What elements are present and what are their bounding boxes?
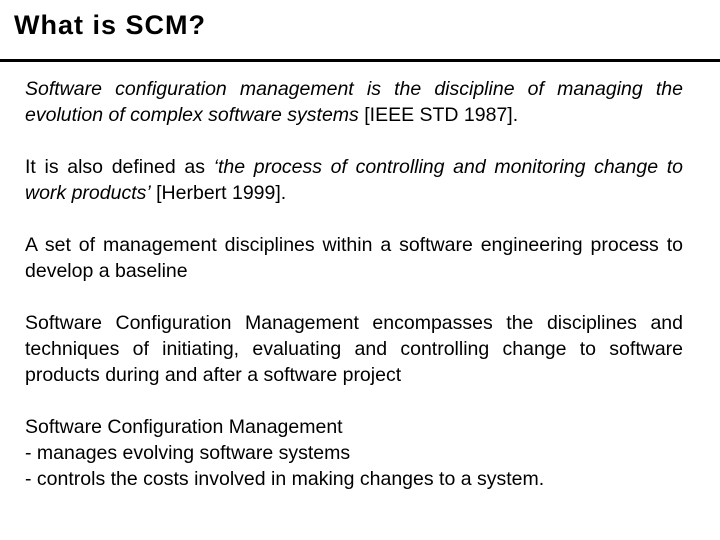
slide-title: What is SCM? (14, 10, 206, 40)
title-underline (0, 59, 720, 62)
definition-ieee-quote: Software configuration management is the… (25, 78, 683, 126)
definition-ieee: Software configuration management is the… (25, 76, 683, 128)
scm-summary-heading: Software Configuration Management (25, 416, 343, 438)
citation-ieee: [IEEE STD 1987]. (358, 104, 519, 126)
scm-summary-bullet: - manages evolving software systems (25, 442, 351, 464)
definition-herbert-intro: It is also defined as (25, 156, 214, 178)
citation-herbert: [Herbert 1999]. (150, 182, 287, 204)
definition-encompasses: Software Configuration Management encomp… (25, 312, 683, 386)
definition-herbert: It is also defined as ‘the process of co… (25, 154, 683, 206)
scm-summary: Software Configuration Management - mana… (25, 414, 683, 492)
definition-baseline: A set of management disciplines within a… (25, 234, 683, 282)
scm-summary-bullet: - controls the costs involved in making … (25, 468, 545, 490)
slide-body: Software configuration management is the… (25, 76, 683, 518)
